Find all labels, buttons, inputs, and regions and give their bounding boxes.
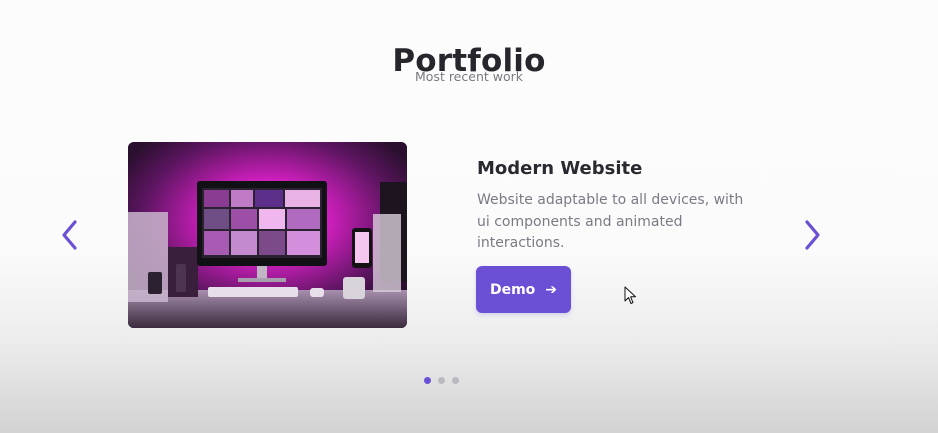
page-subtitle: Most recent work [415,69,523,84]
pagination-dot-1[interactable] [424,377,431,384]
chevron-left-icon [62,220,77,250]
demo-button-label: Demo [489,281,536,298]
project-description: Website adaptable to all devices, with u… [477,192,744,251]
demo-button[interactable]: Demo ➔ [476,266,571,313]
mouse-cursor-icon [624,286,638,306]
carousel-pagination [424,377,459,384]
carousel-prev-button[interactable] [58,218,82,252]
pagination-dot-3[interactable] [452,377,459,384]
project-image [128,142,407,328]
carousel-next-button[interactable] [800,218,824,252]
project-title: Modern Website [477,158,643,179]
chevron-right-icon [805,220,820,250]
arrow-right-icon: ➔ [545,281,558,298]
pagination-dot-2[interactable] [438,377,445,384]
